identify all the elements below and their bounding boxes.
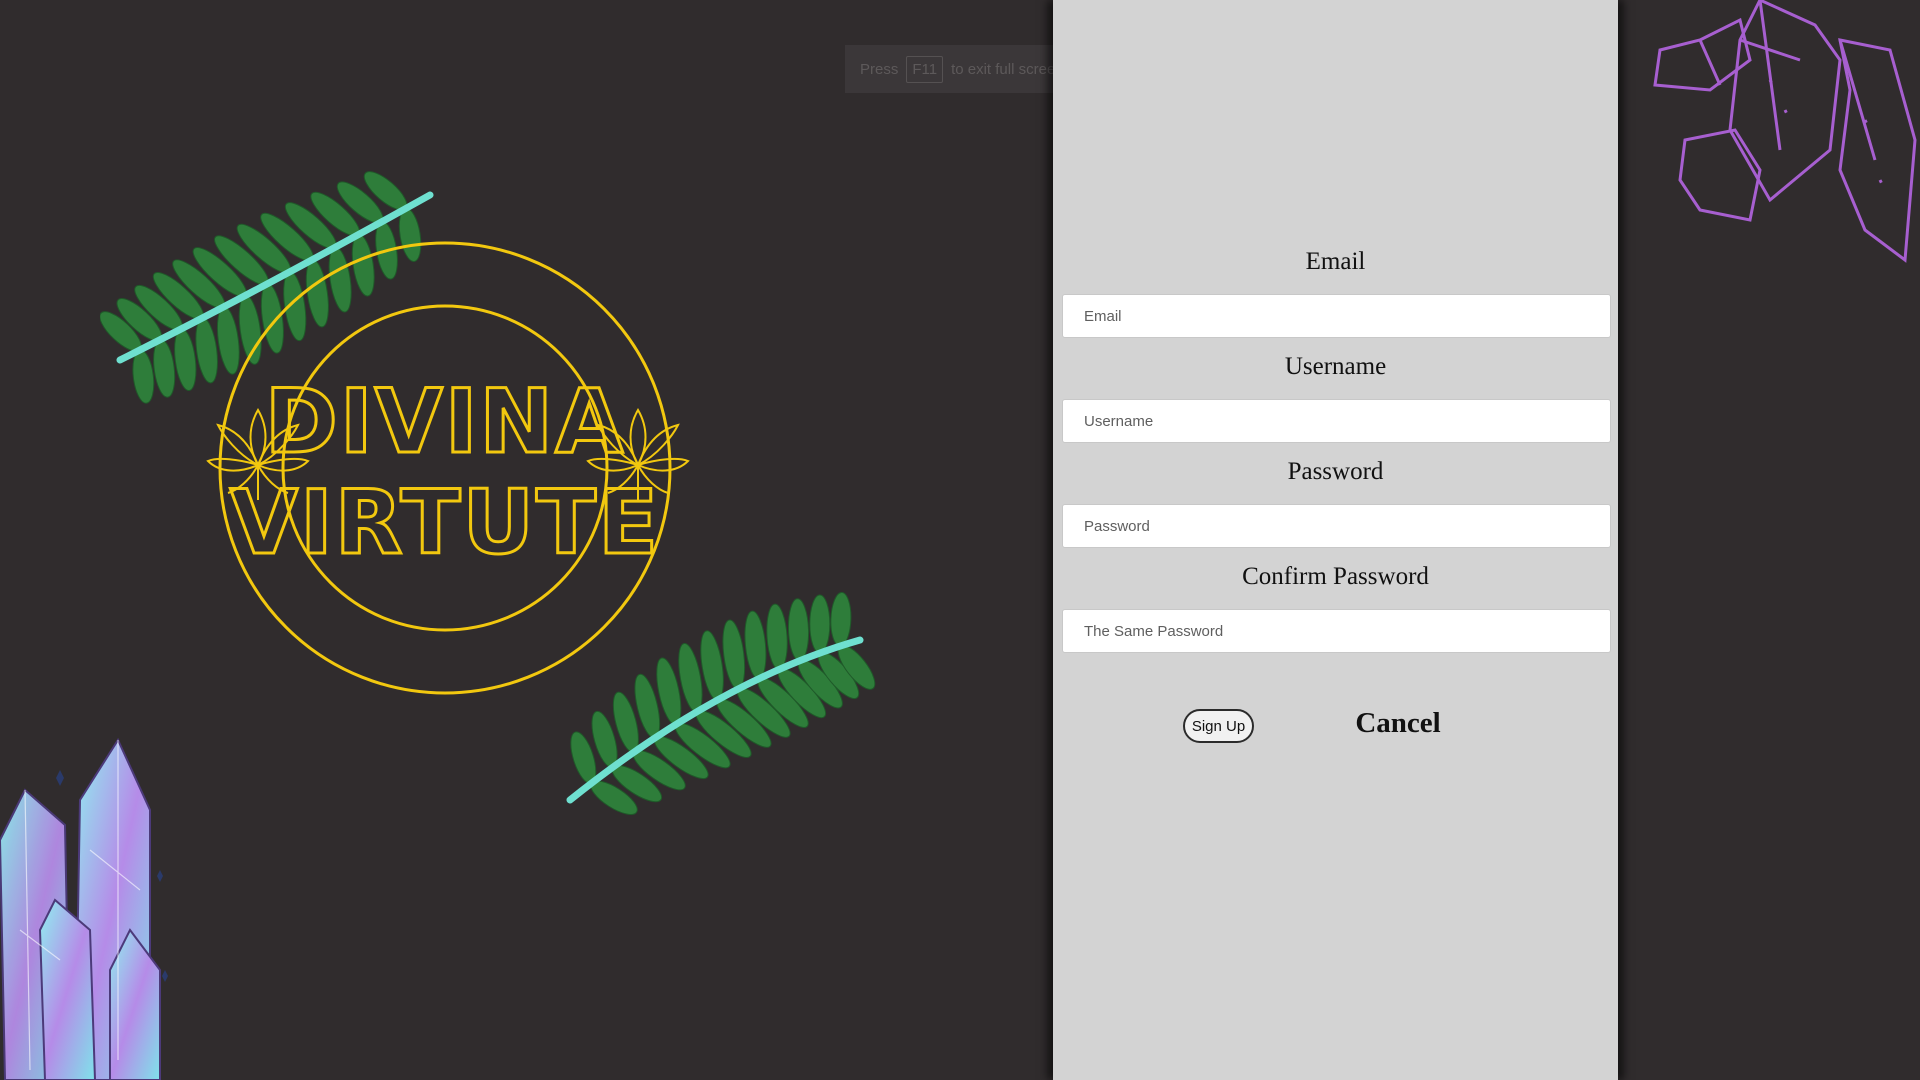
fern-leaf bbox=[132, 349, 155, 404]
confirm-password-field[interactable] bbox=[1062, 609, 1611, 653]
email-label: Email bbox=[1305, 248, 1366, 275]
password-field[interactable] bbox=[1062, 504, 1611, 548]
fern-bottom-right-icon bbox=[566, 591, 876, 815]
username-label: Username bbox=[1284, 353, 1387, 380]
fern-leaf bbox=[830, 591, 852, 647]
fern-leaf bbox=[328, 246, 352, 313]
fern-leaf bbox=[351, 234, 375, 297]
crystal-cluster-icon bbox=[0, 737, 168, 1080]
fern-leaf bbox=[305, 259, 329, 328]
fern-leaf bbox=[744, 610, 767, 680]
fern-leaf bbox=[766, 603, 788, 670]
cancel-button[interactable]: Cancel bbox=[1323, 703, 1473, 743]
logo-line-2: VIRTUTE bbox=[230, 471, 660, 574]
username-field[interactable] bbox=[1062, 399, 1611, 443]
signup-form-panel: Email Username Password Confirm Password… bbox=[1053, 0, 1618, 1080]
signup-page: DIVINA VIRTUTE Press F11 to exit full sc… bbox=[0, 0, 1920, 1080]
logo-line-1: DIVINA bbox=[265, 370, 625, 473]
fullscreen-notice-text: to exit full screen bbox=[951, 60, 1064, 78]
password-label: Password bbox=[1287, 458, 1384, 485]
fern-leaf bbox=[216, 306, 240, 375]
fullscreen-notice-key: F11 bbox=[906, 55, 944, 83]
fern-leaf bbox=[174, 328, 197, 391]
fern-leaf bbox=[809, 594, 831, 654]
divina-virtute-logo: DIVINA VIRTUTE bbox=[100, 171, 876, 815]
sign-up-button[interactable]: Sign Up bbox=[1183, 709, 1254, 743]
email-field[interactable] bbox=[1062, 294, 1611, 338]
fullscreen-notice-press: Press bbox=[860, 60, 899, 78]
confirm-password-label: Confirm Password bbox=[1242, 563, 1429, 590]
fern-leaf bbox=[787, 598, 810, 662]
fern-leaf bbox=[260, 283, 284, 354]
fern-leaf bbox=[153, 338, 176, 398]
fern-top-left-icon bbox=[100, 171, 434, 404]
crystal-outline-icon bbox=[1653, 0, 1917, 263]
fern-leaf bbox=[283, 271, 307, 342]
fern-leaf bbox=[195, 317, 218, 384]
